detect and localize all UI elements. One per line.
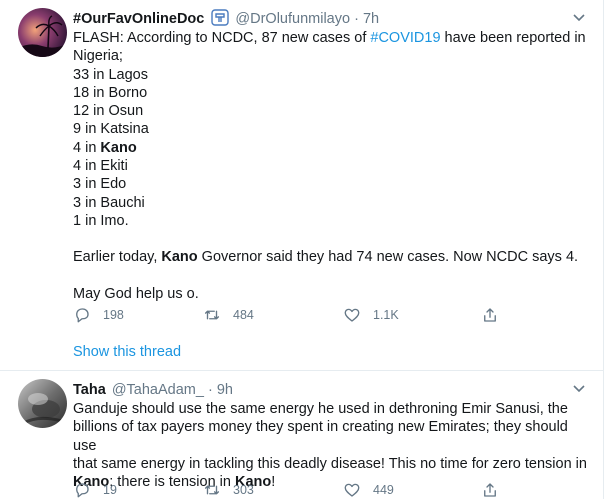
avatar[interactable]: [18, 379, 67, 428]
retweet-count: 303: [233, 483, 254, 497]
text-line: Ganduje should use the same energy he us…: [73, 401, 568, 417]
share-icon: [484, 483, 496, 497]
list-item: 4 in Kano: [73, 139, 137, 156]
avatar-image: [18, 8, 67, 57]
reply-button[interactable]: 198: [73, 306, 124, 324]
list-item: 3 in Bauchi: [73, 194, 145, 211]
avatar-image: [18, 379, 67, 428]
user-handle[interactable]: @TahaAdam_: [112, 382, 204, 398]
reply-icon: [76, 483, 89, 498]
tweet-time[interactable]: 7h: [363, 11, 379, 27]
reply-icon: [76, 308, 89, 323]
share-button[interactable]: [481, 306, 511, 324]
show-thread-link[interactable]: Show this thread: [73, 344, 181, 360]
user-handle[interactable]: @DrOlufunmilayo: [235, 11, 350, 27]
tweet-1[interactable]: #OurFavOnlineDoc @DrOlufunmilayo · 7h FL…: [0, 0, 604, 371]
reply-button[interactable]: 19: [73, 481, 117, 499]
retweet-count: 484: [233, 308, 254, 322]
reply-count: 19: [103, 483, 117, 497]
tweet-text: Ganduje should use the same energy he us…: [73, 400, 593, 491]
text-line: Kano; there is tension in Kano!: [73, 474, 276, 491]
retweet-button[interactable]: 484: [203, 306, 254, 324]
share-icon: [484, 308, 496, 322]
time-separator: ·: [207, 382, 213, 398]
retweet-button[interactable]: 303: [203, 481, 254, 499]
tweet-time[interactable]: 9h: [217, 382, 233, 398]
time-separator: ·: [354, 11, 359, 27]
hashtag-link[interactable]: #COVID19: [370, 30, 440, 46]
heart-icon: [344, 483, 360, 497]
retweet-icon: [204, 310, 220, 320]
text-line: FLASH: According to NCDC, 87 new cases o…: [73, 30, 586, 46]
list-item: 3 in Edo: [73, 176, 127, 193]
like-button[interactable]: 449: [343, 481, 394, 499]
share-button[interactable]: [481, 481, 511, 499]
like-count: 449: [373, 483, 394, 497]
retweet-icon: [204, 485, 220, 495]
list-item: 4 in Ekiti: [73, 158, 128, 175]
tweet-2[interactable]: Taha @TahaAdam_ · 9h Ganduje should use …: [0, 371, 604, 499]
text-paragraph: Earlier today, Kano Governor said they h…: [73, 249, 579, 266]
display-name[interactable]: #OurFavOnlineDoc: [73, 11, 204, 27]
tweet-header: Taha @TahaAdam_ · 9h: [73, 380, 233, 400]
reply-count: 198: [103, 308, 124, 322]
text-paragraph: May God help us o.: [73, 285, 199, 302]
list-item: 33 in Lagos: [73, 66, 148, 83]
chevron-down-icon[interactable]: [571, 380, 587, 396]
text-line: billions of tax payers money they spent …: [73, 419, 568, 454]
list-item: 12 in Osun: [73, 103, 144, 120]
text-line: Nigeria;: [73, 48, 123, 65]
list-item: 9 in Katsina: [73, 121, 149, 138]
text-line: that same energy in tackling this deadly…: [73, 455, 587, 472]
list-item: 18 in Borno: [73, 84, 148, 101]
display-name[interactable]: Taha: [73, 382, 106, 398]
tweet-text: FLASH: According to NCDC, 87 new cases o…: [73, 29, 588, 303]
avatar[interactable]: [18, 8, 67, 57]
chevron-down-icon[interactable]: [571, 9, 587, 25]
heart-icon: [344, 308, 360, 322]
like-button[interactable]: 1.1K: [343, 306, 399, 324]
like-count: 1.1K: [373, 308, 399, 322]
list-item: 1 in Imo.: [73, 212, 129, 229]
